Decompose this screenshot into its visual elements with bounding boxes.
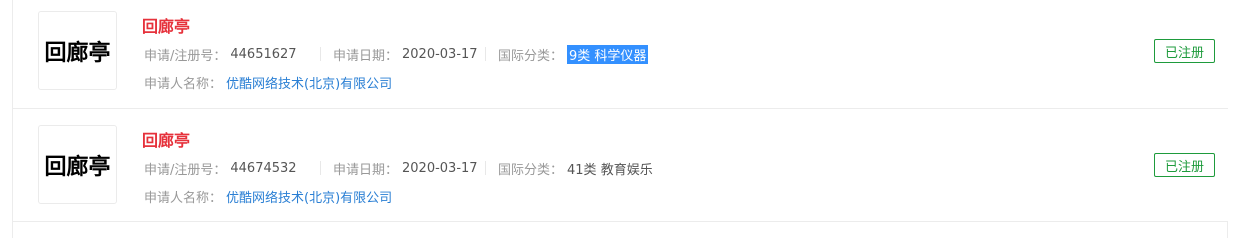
applicant-label: 申请人名称： [144, 190, 223, 206]
applicant-link[interactable]: 优酷网络技术(北京)有限公司 [226, 73, 392, 92]
trademark-logo[interactable]: 回廊亭 [38, 11, 117, 90]
intl-class-label: 国际分类： [498, 48, 564, 64]
trademark-card[interactable]: 回廊亭 回廊亭 申请/注册号： 44651627 申请日期： 2020-03-1… [13, 0, 1228, 109]
applicant-label: 申请人名称： [144, 76, 223, 92]
intl-class-value: 41类 教育娱乐 [567, 162, 653, 178]
trademark-meta-row: 申请/注册号： 44674532 申请日期： 2020-03-17 国际分类： … [144, 158, 653, 178]
trademark-name[interactable]: 回廊亭 [142, 13, 190, 37]
trademark-card[interactable]: 回廊亭 回廊亭 申请/注册号： 44674532 申请日期： 2020-03-1… [13, 109, 1228, 222]
divider [485, 161, 486, 175]
apply-date-field: 申请日期： 2020-03-17 [333, 159, 485, 178]
applicant-row: 申请人名称： 优酷网络技术(北京)有限公司 [144, 72, 392, 92]
reg-number-value: 44674532 [230, 160, 297, 176]
reg-number-field: 申请/注册号： 44674532 [144, 159, 320, 178]
apply-date-value: 2020-03-17 [402, 160, 478, 176]
intl-class-label: 国际分类： [498, 162, 564, 178]
trademark-name[interactable]: 回廊亭 [142, 127, 190, 151]
apply-date-label: 申请日期： [333, 162, 399, 178]
intl-class-field: 国际分类： 41类 教育娱乐 [498, 159, 653, 178]
reg-number-label: 申请/注册号： [144, 162, 227, 178]
status-badge: 已注册 [1154, 39, 1215, 63]
apply-date-label: 申请日期： [333, 48, 399, 64]
apply-date-value: 2020-03-17 [402, 46, 478, 62]
trademark-result-list: 回廊亭 回廊亭 申请/注册号： 44651627 申请日期： 2020-03-1… [12, 0, 1228, 238]
trademark-meta-row: 申请/注册号： 44651627 申请日期： 2020-03-17 国际分类： … [144, 44, 649, 64]
applicant-link[interactable]: 优酷网络技术(北京)有限公司 [226, 187, 392, 206]
divider [485, 47, 486, 61]
apply-date-field: 申请日期： 2020-03-17 [333, 45, 485, 64]
divider [320, 47, 321, 61]
applicant-row: 申请人名称： 优酷网络技术(北京)有限公司 [144, 186, 392, 206]
intl-class-value-selected[interactable]: 9类 科学仪器 [567, 44, 649, 64]
trademark-logo[interactable]: 回廊亭 [38, 125, 117, 204]
reg-number-field: 申请/注册号： 44651627 [144, 45, 320, 64]
divider [320, 161, 321, 175]
status-badge: 已注册 [1154, 153, 1215, 177]
reg-number-value: 44651627 [230, 46, 297, 62]
intl-class-field: 国际分类： 9类 科学仪器 [498, 44, 649, 64]
reg-number-label: 申请/注册号： [144, 48, 227, 64]
